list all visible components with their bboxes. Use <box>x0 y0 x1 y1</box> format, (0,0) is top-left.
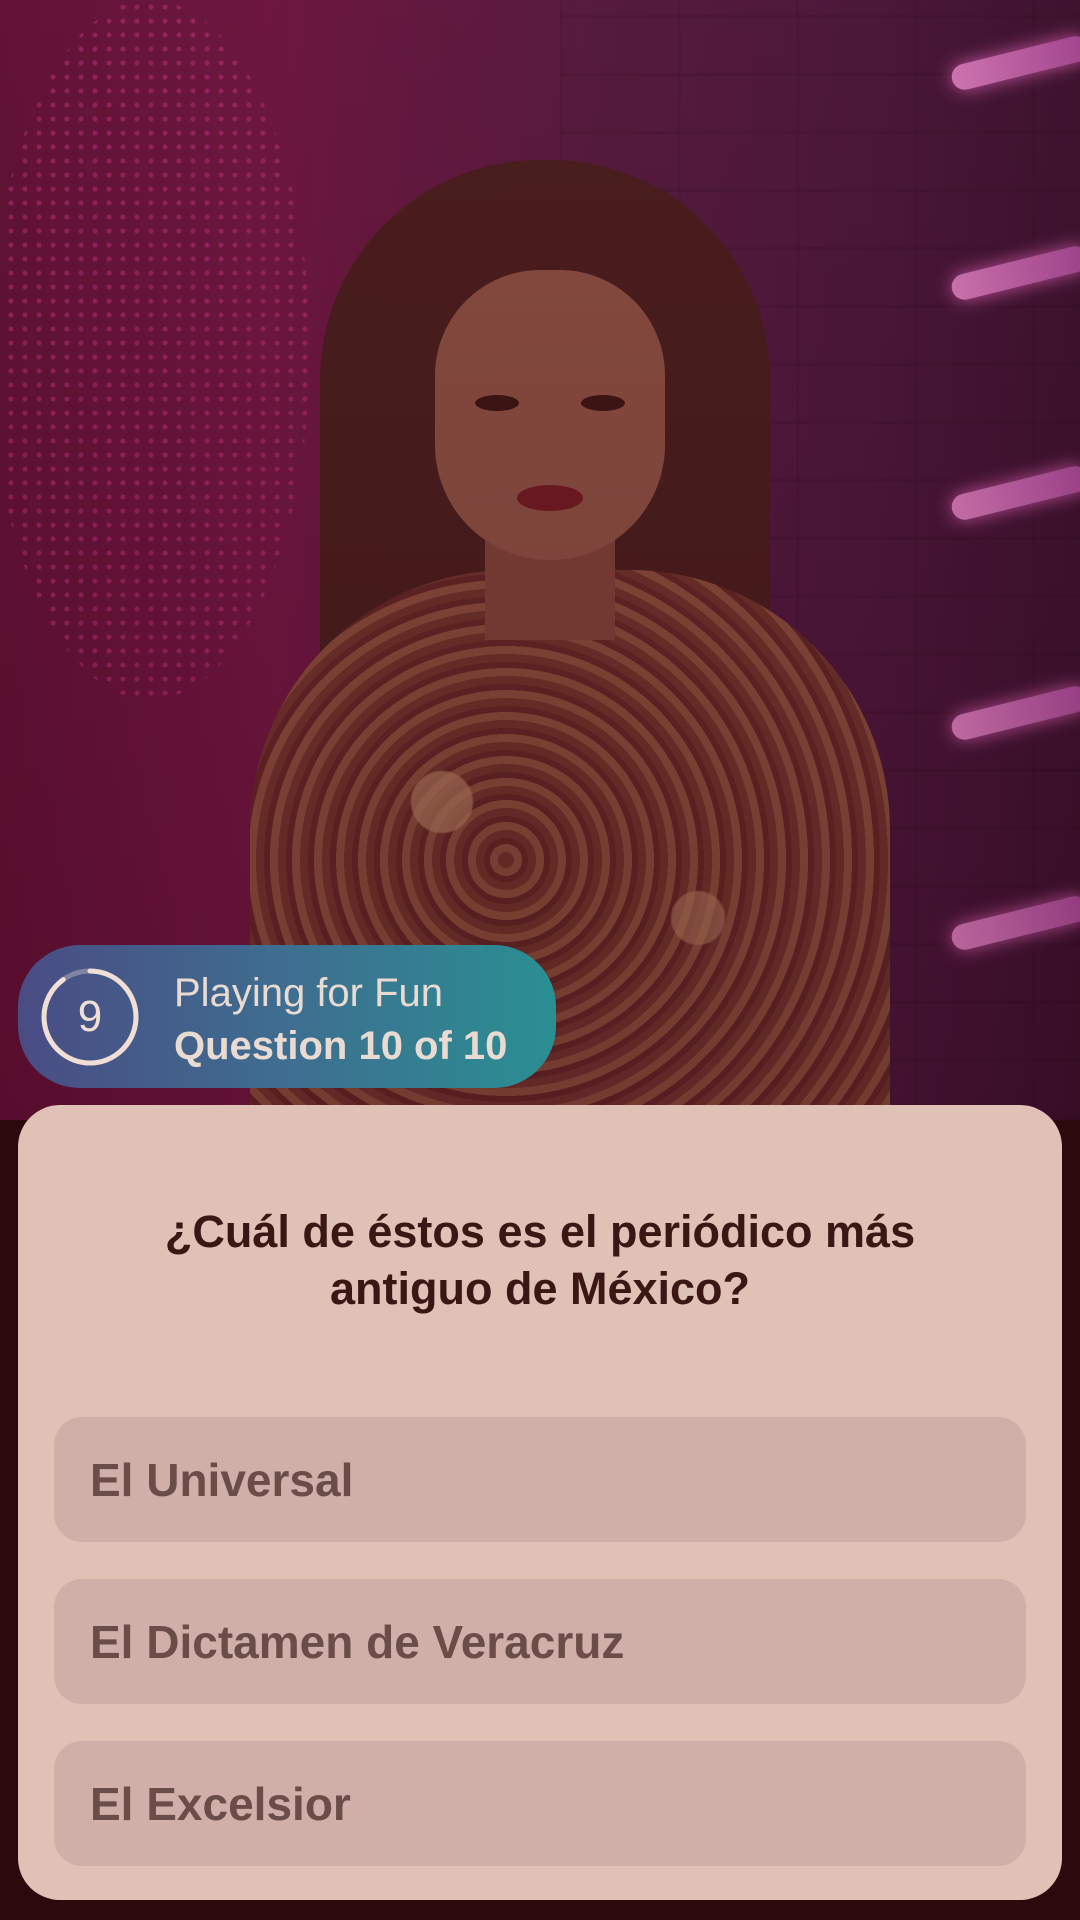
host-face <box>435 270 665 560</box>
brick-wall-backdrop <box>560 0 1080 1120</box>
game-status-pill: 9 Playing for Fun Question 10 of 10 <box>18 945 556 1088</box>
timer-value: 9 <box>77 992 103 1041</box>
neon-lights-decoration <box>0 0 310 700</box>
question-card: ¿Cuál de éstos es el periódico más antig… <box>18 1105 1062 1900</box>
neon-tube-light <box>948 243 1080 303</box>
answer-option-label: El Dictamen de Veracruz <box>90 1615 625 1668</box>
question-text: ¿Cuál de éstos es el periódico más antig… <box>164 1206 916 1314</box>
host-eye <box>581 395 625 411</box>
host-eye <box>475 395 519 411</box>
countdown-timer: 9 <box>40 967 140 1067</box>
neon-tube-light <box>948 463 1080 523</box>
answer-option[interactable]: El Universal <box>54 1417 1026 1542</box>
question-progress-label: Question 10 of 10 <box>174 1024 508 1068</box>
answer-option-label: El Universal <box>90 1453 354 1506</box>
neon-tube-light <box>948 33 1080 93</box>
host-neck <box>485 520 615 640</box>
answer-option[interactable]: El Dictamen de Veracruz <box>54 1579 1026 1704</box>
answer-option-label: El Excelsior <box>90 1777 351 1830</box>
host-hair <box>320 160 770 980</box>
status-text-block: Playing for Fun Question 10 of 10 <box>174 967 507 1073</box>
neon-tube-light <box>948 683 1080 743</box>
neon-tube-light <box>948 893 1080 953</box>
host-lips <box>517 485 583 511</box>
play-mode-label: Playing for Fun <box>174 971 444 1015</box>
answer-option[interactable]: El Excelsior <box>54 1741 1026 1866</box>
